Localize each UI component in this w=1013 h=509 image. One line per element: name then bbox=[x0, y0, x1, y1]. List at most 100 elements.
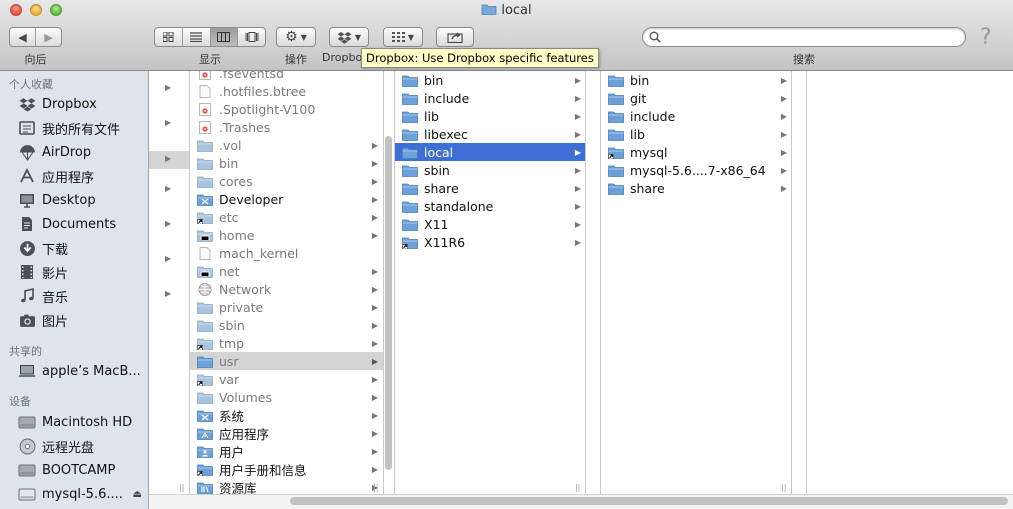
sidebar-item-favorite[interactable]: 音乐 bbox=[0, 285, 148, 307]
column-2-item[interactable]: X11R6 ▶ bbox=[395, 233, 585, 251]
column-2-item[interactable]: standalone ▶ bbox=[395, 197, 585, 215]
column-1-item[interactable]: usr ▶ bbox=[190, 352, 383, 370]
help-icon[interactable]: ? bbox=[980, 25, 992, 50]
item-label: share bbox=[630, 180, 665, 196]
arrange-menu-button[interactable]: ▼ bbox=[383, 27, 423, 47]
folder-icon bbox=[197, 409, 213, 422]
column-1-item[interactable]: 系统 ▶ bbox=[190, 406, 383, 424]
column-1-item[interactable]: .Spotlight-V100 bbox=[190, 100, 383, 118]
column-3-item[interactable]: bin ▶ bbox=[601, 71, 791, 89]
sidebar-shared-header: 共享的 bbox=[9, 345, 42, 358]
column-1-item[interactable]: .hotfiles.btree bbox=[190, 82, 383, 100]
sidebar-item-favorite[interactable]: Dropbox bbox=[0, 93, 148, 115]
column-1-item[interactable]: 用户手册和信息 ▶ bbox=[190, 460, 383, 478]
column-1-item[interactable]: Developer ▶ bbox=[190, 190, 383, 208]
sidebar-item-device[interactable]: mysql-5.6.... ⏏ bbox=[0, 483, 148, 505]
column-1-item[interactable]: 资源库 ▶ bbox=[190, 478, 383, 494]
column-1-item[interactable]: net ▶ bbox=[190, 262, 383, 280]
folder-icon bbox=[197, 445, 213, 458]
folder-icon bbox=[402, 110, 418, 123]
column-1-item[interactable]: mach_kernel bbox=[190, 244, 383, 262]
column-1-item[interactable]: .vol ▶ bbox=[190, 136, 383, 154]
sidebar-item-shared[interactable]: apple’s MacB... bbox=[0, 360, 148, 382]
column-1-item[interactable]: .Trashes bbox=[190, 118, 383, 136]
column-3-item[interactable]: lib ▶ bbox=[601, 125, 791, 143]
column-resize-handle[interactable]: || bbox=[781, 483, 786, 492]
column-resize-handle[interactable]: || bbox=[179, 483, 184, 492]
column-view-button[interactable] bbox=[210, 28, 239, 46]
column-3-item[interactable]: mysql ▶ bbox=[601, 143, 791, 161]
column-resize-handle[interactable]: || bbox=[575, 483, 580, 492]
column-3-item[interactable]: mysql-5.6....7-x86_64 ▶ bbox=[601, 161, 791, 179]
sidebar-item-favorite[interactable]: 下载 bbox=[0, 237, 148, 259]
disclosure-arrow-icon: ▶ bbox=[371, 140, 378, 150]
disclosure-arrow-icon: ▶ bbox=[371, 230, 378, 240]
column-1-item[interactable]: sbin ▶ bbox=[190, 316, 383, 334]
column-2-item[interactable]: include ▶ bbox=[395, 89, 585, 107]
column-2-item[interactable]: local ▶ bbox=[395, 143, 585, 161]
column-1-item[interactable]: bin ▶ bbox=[190, 154, 383, 172]
folder-icon bbox=[197, 193, 213, 206]
column-1-item[interactable]: 用户 ▶ bbox=[190, 442, 383, 460]
item-label: .hotfiles.btree bbox=[219, 83, 307, 99]
disclosure-arrow-icon: ▶ bbox=[574, 147, 581, 157]
search-input[interactable] bbox=[665, 30, 959, 46]
forward-button[interactable]: ▶ bbox=[36, 28, 61, 46]
list-view-button[interactable] bbox=[183, 28, 211, 46]
column-3-item[interactable]: include ▶ bbox=[601, 107, 791, 125]
item-label: private bbox=[219, 299, 264, 315]
column-2-item[interactable]: lib ▶ bbox=[395, 107, 585, 125]
column-root-item[interactable]: ▶ bbox=[149, 286, 189, 304]
column-1-item[interactable]: var ▶ bbox=[190, 370, 383, 388]
sidebar-item-favorite[interactable]: Desktop bbox=[0, 189, 148, 211]
column-root-item[interactable]: ▶ bbox=[149, 181, 189, 199]
column-1-item[interactable]: cores ▶ bbox=[190, 172, 383, 190]
column-3-item[interactable]: share ▶ bbox=[601, 179, 791, 197]
sidebar-item-favorite[interactable]: Documents bbox=[0, 213, 148, 235]
sidebar-item-favorite[interactable]: 图片 bbox=[0, 309, 148, 331]
column-resize-handle[interactable]: || bbox=[373, 483, 378, 492]
movies-icon bbox=[18, 263, 36, 281]
column-1-scrollbar[interactable] bbox=[385, 136, 392, 470]
eject-icon[interactable]: ⏏ bbox=[133, 489, 142, 500]
folder-icon bbox=[197, 265, 213, 278]
column-1-item[interactable]: Volumes ▶ bbox=[190, 388, 383, 406]
sidebar-item-device[interactable]: 远程光盘 bbox=[0, 435, 148, 457]
column-2-item[interactable]: share ▶ bbox=[395, 179, 585, 197]
column-1-item[interactable]: home ▶ bbox=[190, 226, 383, 244]
column-1-item[interactable]: private ▶ bbox=[190, 298, 383, 316]
dropbox-menu-button[interactable]: ▼ bbox=[329, 27, 369, 47]
disclosure-arrow-icon: ▶ bbox=[371, 302, 378, 312]
sidebar-item-favorite[interactable]: 影片 bbox=[0, 261, 148, 283]
cover-flow-button[interactable] bbox=[238, 28, 265, 46]
column-1-item[interactable]: etc ▶ bbox=[190, 208, 383, 226]
sidebar-item-device[interactable]: BOOTCAMP bbox=[0, 459, 148, 481]
sidebar-item-favorite[interactable]: 我的所有文件 bbox=[0, 117, 148, 139]
share-button[interactable] bbox=[436, 27, 474, 47]
column-2-item[interactable]: bin ▶ bbox=[395, 71, 585, 89]
column-1-item[interactable]: 应用程序 ▶ bbox=[190, 424, 383, 442]
horizontal-scrollbar[interactable] bbox=[290, 497, 1008, 505]
documents-icon bbox=[18, 215, 36, 233]
column-root-item[interactable]: ▶ bbox=[149, 80, 189, 98]
column-2-item[interactable]: libexec ▶ bbox=[395, 125, 585, 143]
icon-view-button[interactable] bbox=[155, 28, 183, 46]
column-2-item[interactable]: X11 ▶ bbox=[395, 215, 585, 233]
sidebar-item-favorite[interactable]: AirDrop bbox=[0, 141, 148, 163]
column-2-item[interactable]: sbin ▶ bbox=[395, 161, 585, 179]
column-1-item[interactable]: .fseventsd bbox=[190, 71, 383, 82]
back-button[interactable]: ◀ bbox=[10, 28, 36, 46]
column-1-item[interactable]: tmp ▶ bbox=[190, 334, 383, 352]
sidebar-item-favorite[interactable]: 应用程序 bbox=[0, 165, 148, 187]
sidebar-item-device[interactable]: Macintosh HD bbox=[0, 411, 148, 433]
column-root-item[interactable]: ▶ bbox=[149, 216, 189, 234]
column-root-item[interactable]: ▶ bbox=[149, 151, 189, 169]
folder-icon bbox=[402, 128, 418, 141]
column-3-item[interactable]: git ▶ bbox=[601, 89, 791, 107]
action-menu-button[interactable]: ⚙ ▼ bbox=[276, 27, 316, 47]
column-root-item[interactable]: ▶ bbox=[149, 115, 189, 133]
sidebar-favorites-header: 个人收藏 bbox=[9, 78, 53, 91]
column-root-item[interactable]: ▶ bbox=[149, 251, 189, 269]
column-1-item[interactable]: Network ▶ bbox=[190, 280, 383, 298]
search-field[interactable] bbox=[642, 27, 966, 47]
